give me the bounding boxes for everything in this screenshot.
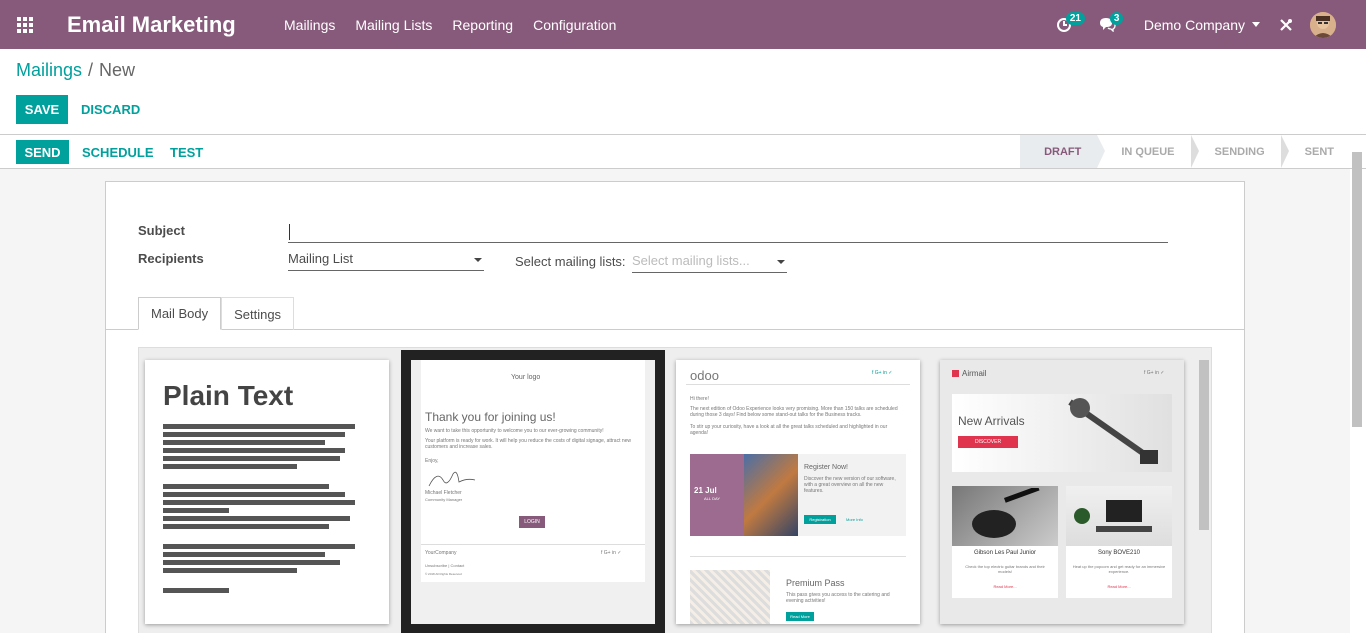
mailing-lists-label: Select mailing lists:	[515, 254, 626, 269]
breadcrumb-mailings[interactable]: Mailings	[16, 60, 82, 80]
save-button[interactable]: SAVE	[16, 95, 68, 124]
app-title[interactable]: Email Marketing	[67, 12, 267, 38]
mailing-lists-input[interactable]: Select mailing lists...	[632, 253, 787, 273]
test-button[interactable]: TEST	[170, 145, 203, 160]
breadcrumb: Mailings / New	[16, 60, 136, 80]
menu-item-configuration[interactable]: Configuration	[533, 17, 616, 33]
tab-mail-body[interactable]: Mail Body	[138, 297, 222, 330]
menu-item-mailings[interactable]: Mailings	[284, 17, 335, 33]
activity-button[interactable]: 21	[1044, 0, 1085, 49]
tab-settings[interactable]: Settings	[221, 297, 295, 330]
template-title: Plain Text	[163, 380, 294, 411]
recipients-select[interactable]: Mailing List	[288, 251, 484, 271]
chevron-down-icon	[777, 260, 785, 264]
template-event[interactable]: odoo f G+ in ✓ Hi there! The next editio…	[676, 360, 920, 624]
message-count-badge: 3	[1109, 12, 1124, 25]
template-welcome[interactable]: Your logo Thank you for joining us! We w…	[401, 350, 665, 633]
chevron-down-icon	[1252, 22, 1260, 27]
activity-count-badge: 21	[1065, 12, 1085, 25]
chevron-down-icon	[474, 258, 482, 262]
status-bar: SEND SCHEDULE TEST DRAFT IN QUEUE SENDIN…	[0, 134, 1366, 169]
user-avatar[interactable]	[1310, 11, 1336, 38]
recipients-label: Recipients	[138, 251, 204, 266]
stage-sent[interactable]: SENT	[1281, 135, 1350, 168]
template-airmail[interactable]: Airmail f G+ in ✓ New Arrivals DISCOVER …	[940, 360, 1184, 624]
menu-item-mailing-lists[interactable]: Mailing Lists	[355, 17, 432, 33]
discard-button[interactable]: DISCARD	[81, 102, 140, 117]
page-scrollbar[interactable]	[1352, 152, 1362, 427]
template-plain-text[interactable]: Plain Text	[145, 360, 389, 624]
top-navbar: Email Marketing Mailings Mailing Lists R…	[0, 0, 1366, 49]
main-menu: Mailings Mailing Lists Reporting Configu…	[284, 17, 636, 33]
stage-in-queue[interactable]: IN QUEUE	[1097, 135, 1199, 168]
messages-button[interactable]: 3	[1088, 0, 1128, 49]
notebook-tabs: Mail Body Settings	[138, 297, 295, 330]
subject-label: Subject	[138, 223, 185, 238]
breadcrumb-current: New	[99, 60, 136, 80]
form-view: Subject Recipients Mailing List Select m…	[0, 169, 1350, 633]
form-sheet: Subject Recipients Mailing List Select m…	[105, 181, 1245, 633]
send-button[interactable]: SEND	[16, 140, 69, 164]
schedule-button[interactable]: SCHEDULE	[82, 145, 154, 160]
menu-item-reporting[interactable]: Reporting	[452, 17, 513, 33]
template-gallery: Plain Text Your logo Thank you for joini…	[138, 347, 1212, 633]
apps-menu-icon[interactable]	[0, 0, 50, 49]
subject-input[interactable]	[288, 222, 1168, 243]
stage-draft[interactable]: DRAFT	[1020, 135, 1106, 168]
debug-tools-icon[interactable]	[1276, 15, 1296, 35]
company-switcher[interactable]: Demo Company	[1144, 17, 1260, 33]
stage-sending[interactable]: SENDING	[1191, 135, 1289, 168]
template-scrollbar[interactable]	[1199, 360, 1209, 530]
company-name: Demo Company	[1143, 16, 1245, 33]
stage-pipeline: DRAFT IN QUEUE SENDING SENT	[1020, 135, 1350, 168]
